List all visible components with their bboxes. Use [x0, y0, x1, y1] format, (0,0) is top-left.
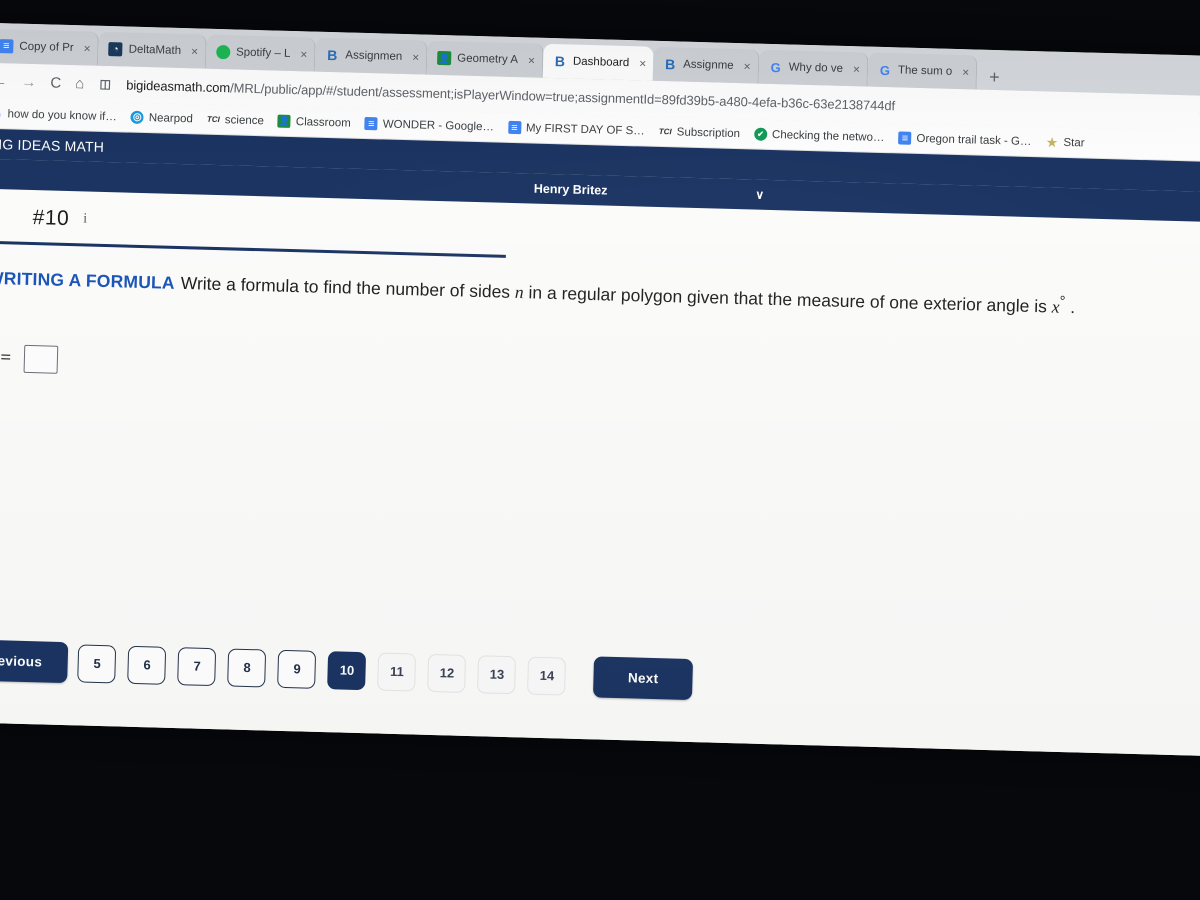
browser-tab-label: Spotify – L	[235, 46, 291, 60]
page-button[interactable]: 14	[527, 656, 567, 696]
bookmark-item[interactable]: My FIRST DAY OF S…	[502, 119, 651, 140]
close-icon[interactable]: ×	[79, 41, 90, 55]
close-icon[interactable]: ×	[524, 53, 535, 67]
tci-icon	[207, 113, 220, 126]
bookmark-item[interactable]: Classroom	[272, 112, 357, 131]
bookmark-item[interactable]: Subscription	[653, 123, 747, 143]
browser-tab-label: Geometry A	[457, 52, 519, 67]
browser-tab-label: Copy of Pr	[19, 40, 74, 55]
question-tag: WRITING A FORMULA	[0, 267, 176, 293]
bookmark-item[interactable]: Star	[1039, 133, 1091, 151]
browser-tab[interactable]: Copy of Pr ×	[0, 28, 100, 66]
browser-tab[interactable]: Dashboard ×	[542, 43, 654, 81]
browser-tab[interactable]: Why do ve ×	[758, 49, 869, 87]
star-icon	[1045, 135, 1058, 148]
page-button[interactable]: 6	[127, 645, 167, 685]
browser-window: Copy of Pr×DeltaMath×Spotify – L×Assignm…	[0, 22, 1200, 757]
url-host: bigideasmath.com	[126, 77, 231, 95]
bookmark-item[interactable]: how do you know if…	[0, 105, 123, 126]
page-button[interactable]: 8	[227, 647, 267, 688]
docs-icon	[507, 120, 522, 135]
question-text-part1: Write a formula to find the number of si…	[180, 272, 516, 302]
answer-input[interactable]	[23, 345, 59, 375]
browser-tab[interactable]: The sum o ×	[867, 52, 978, 90]
bigideas-icon	[553, 54, 567, 68]
page-icon: ◫	[99, 76, 112, 92]
page-button[interactable]: 11	[377, 652, 417, 692]
tci-icon	[659, 125, 672, 138]
classroom-icon	[437, 50, 452, 66]
browser-tab[interactable]: Assignmen ×	[314, 37, 428, 75]
bigideas-icon	[325, 48, 339, 62]
next-button[interactable]: Next	[593, 656, 693, 701]
bookmark-item[interactable]: Nearpod	[125, 108, 200, 127]
classroom-icon	[277, 114, 292, 128]
nearpod-icon	[130, 110, 144, 125]
photo-of-laptop-screen: Copy of Pr×DeltaMath×Spotify – L×Assignm…	[0, 0, 1200, 900]
browser-tab[interactable]: Spotify – L ×	[205, 34, 316, 72]
close-icon[interactable]: ×	[296, 47, 307, 61]
docs-icon	[0, 39, 14, 54]
browser-tab-label: Dashboard	[572, 55, 630, 70]
bookmark-label: how do you know if…	[7, 107, 117, 123]
spotify-icon	[215, 44, 231, 60]
close-icon[interactable]: ×	[187, 44, 198, 58]
bookmark-label: Oregon trail task - G…	[916, 132, 1032, 148]
back-icon[interactable]: ←	[0, 72, 8, 89]
bookmark-label: My FIRST DAY OF S…	[525, 121, 645, 138]
browser-tab-label: Assignme	[683, 58, 734, 72]
docs-icon	[898, 131, 912, 145]
bookmark-item[interactable]: science	[201, 111, 270, 130]
bookmark-label: Checking the netwo…	[771, 128, 885, 144]
bookmark-item[interactable]: Checking the netwo…	[748, 125, 891, 146]
bigideas-icon	[663, 57, 677, 71]
bookmark-item[interactable]: WONDER - Google…	[359, 115, 501, 136]
forward-icon[interactable]: →	[21, 73, 36, 90]
info-icon[interactable]: i	[83, 211, 87, 227]
google-icon	[0, 107, 3, 120]
answer-label: n =	[0, 347, 13, 369]
page-button[interactable]: 13	[477, 654, 517, 694]
chevron-down-icon[interactable]: ∨	[755, 188, 764, 202]
app-brand-label: BIG IDEAS MATH	[0, 135, 105, 155]
bookmark-label: WONDER - Google…	[382, 117, 495, 133]
bookmark-label: science	[224, 113, 265, 127]
google-icon	[768, 60, 782, 74]
page-button[interactable]: 7	[177, 646, 217, 686]
browser-tab-label: The sum o	[897, 64, 953, 78]
deltamath-icon	[108, 42, 123, 57]
new-tab-button[interactable]: +	[977, 67, 1012, 91]
page-button[interactable]: 5	[77, 643, 117, 683]
check-icon	[753, 127, 768, 141]
close-icon[interactable]: ×	[635, 56, 646, 70]
bookmark-item[interactable]: Oregon trail task - G…	[892, 129, 1037, 150]
browser-tab-label: DeltaMath	[128, 43, 182, 57]
close-icon[interactable]: ×	[739, 59, 750, 73]
bookmark-label: Classroom	[295, 115, 351, 130]
google-icon	[878, 63, 892, 77]
previous-button[interactable]: Previous	[0, 639, 69, 684]
question-text-end: .	[1065, 296, 1076, 318]
reload-icon[interactable]: C	[50, 74, 61, 91]
bookmark-label: Star	[1063, 136, 1085, 149]
bookmark-label: Subscription	[676, 125, 741, 140]
browser-tab-label: Why do ve	[788, 61, 844, 75]
question-number: #10	[32, 206, 70, 231]
bookmark-label: Nearpod	[148, 111, 194, 125]
docs-icon	[364, 116, 378, 131]
home-icon[interactable]: ⌂	[75, 75, 85, 92]
browser-tab[interactable]: Geometry A ×	[426, 40, 544, 78]
page-button[interactable]: 9	[277, 649, 317, 689]
browser-tab[interactable]: DeltaMath ×	[98, 31, 207, 69]
browser-tab-label: Assignmen	[345, 49, 403, 63]
close-icon[interactable]: ×	[408, 50, 419, 64]
close-icon[interactable]: ×	[958, 65, 969, 79]
user-name-label: Henry Britez	[533, 181, 608, 198]
page-button[interactable]: 10	[327, 650, 367, 690]
close-icon[interactable]: ×	[849, 62, 860, 76]
browser-tab[interactable]: Assignme ×	[652, 46, 760, 84]
page-button[interactable]: 12	[427, 653, 467, 693]
